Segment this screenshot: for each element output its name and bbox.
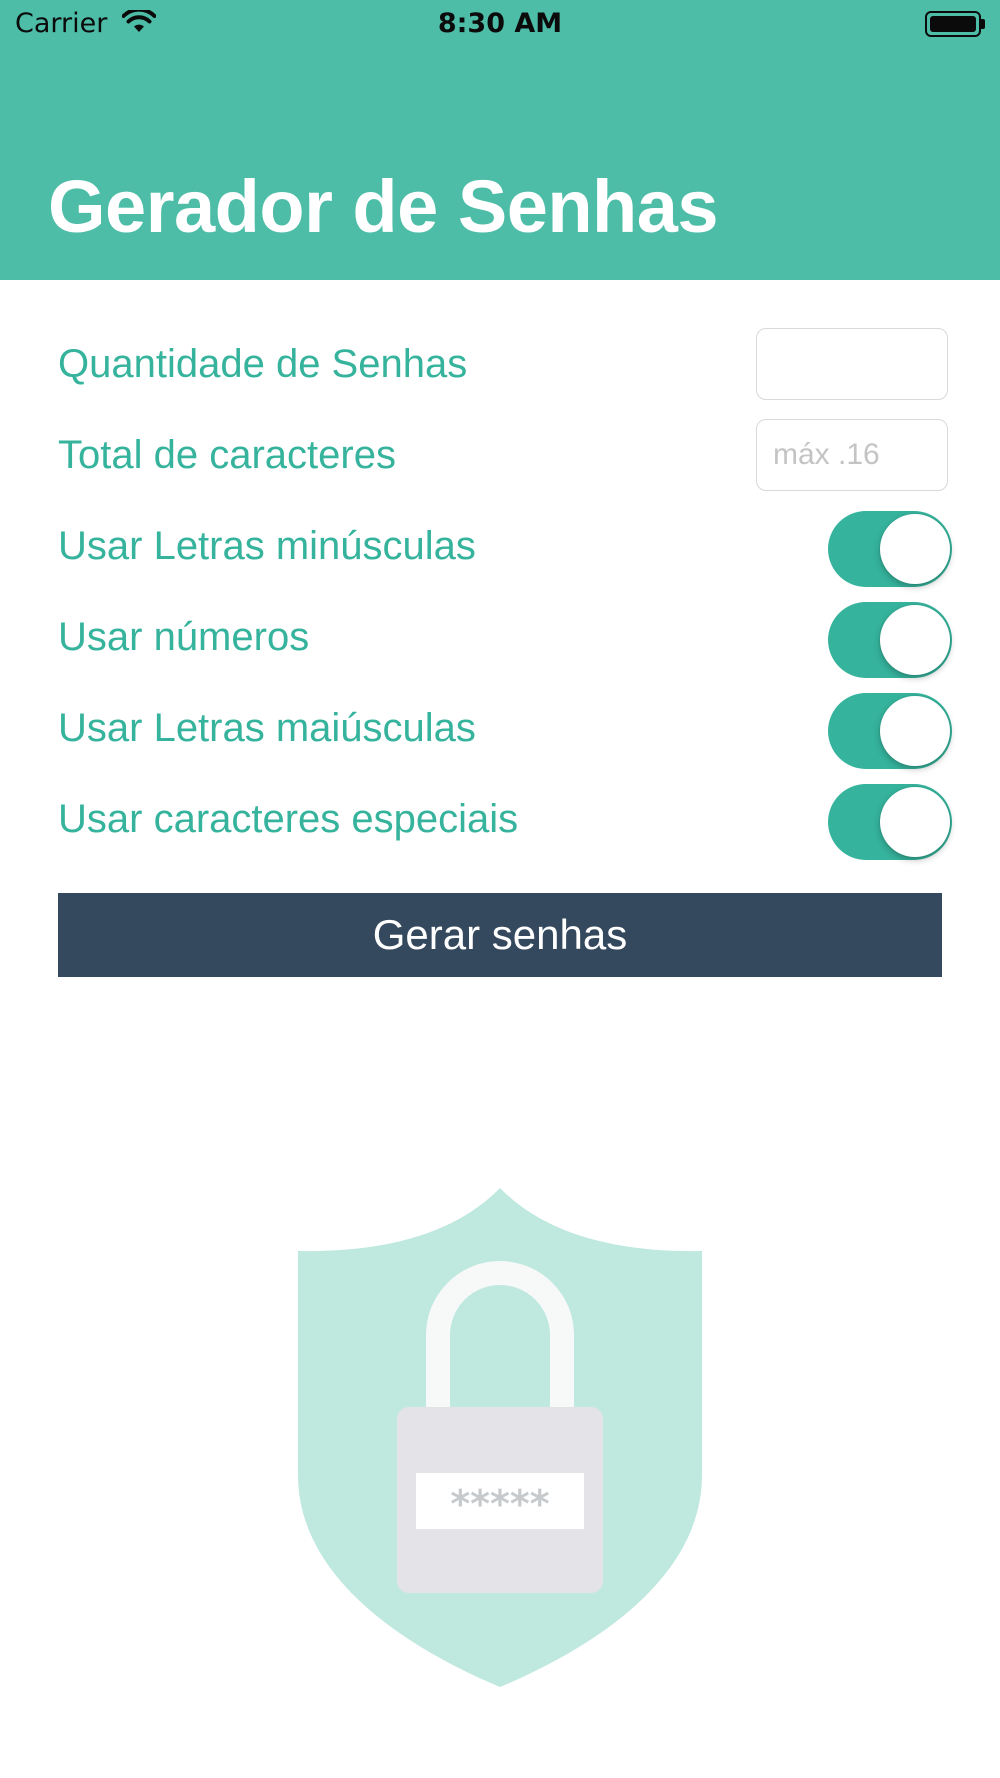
status-bar: Carrier 8:30 AM — [0, 0, 1000, 50]
shield-lock-icon: ***** — [290, 1185, 710, 1690]
lowercase-toggle[interactable] — [828, 511, 952, 587]
password-quantity-input[interactable] — [756, 328, 948, 400]
toggle-knob — [880, 605, 950, 675]
numbers-toggle[interactable] — [828, 602, 952, 678]
special-characters-label: Usar caracteres especiais — [58, 797, 519, 841]
total-characters-row: Total de caracteres — [58, 419, 948, 491]
total-characters-label: Total de caracteres — [58, 433, 396, 477]
page-title: Gerador de Senhas — [48, 165, 719, 248]
toggle-row-special-characters: Usar caracteres especiais — [58, 783, 952, 860]
lowercase-label: Usar Letras minúsculas — [58, 524, 476, 568]
uppercase-toggle[interactable] — [828, 693, 952, 769]
status-time: 8:30 AM — [437, 8, 563, 39]
numbers-label: Usar números — [58, 615, 310, 659]
password-quantity-label: Quantidade de Senhas — [58, 342, 468, 386]
special-characters-toggle[interactable] — [828, 784, 952, 860]
masked-password-text: ***** — [450, 1482, 549, 1526]
total-characters-input[interactable] — [756, 419, 948, 491]
toggle-knob — [880, 787, 950, 857]
uppercase-label: Usar Letras maiúsculas — [58, 706, 476, 750]
toggle-row-uppercase: Usar Letras maiúsculas — [58, 692, 952, 769]
password-quantity-row: Quantidade de Senhas — [58, 328, 948, 400]
toggle-knob — [880, 514, 950, 584]
battery-icon — [925, 11, 985, 37]
toggle-row-numbers: Usar números — [58, 601, 952, 678]
toggle-knob — [880, 696, 950, 766]
app-header: Carrier 8:30 AM Gerador de Senhas — [0, 0, 1000, 280]
generate-passwords-button[interactable]: Gerar senhas — [58, 893, 942, 977]
toggle-row-lowercase: Usar Letras minúsculas — [58, 510, 952, 587]
